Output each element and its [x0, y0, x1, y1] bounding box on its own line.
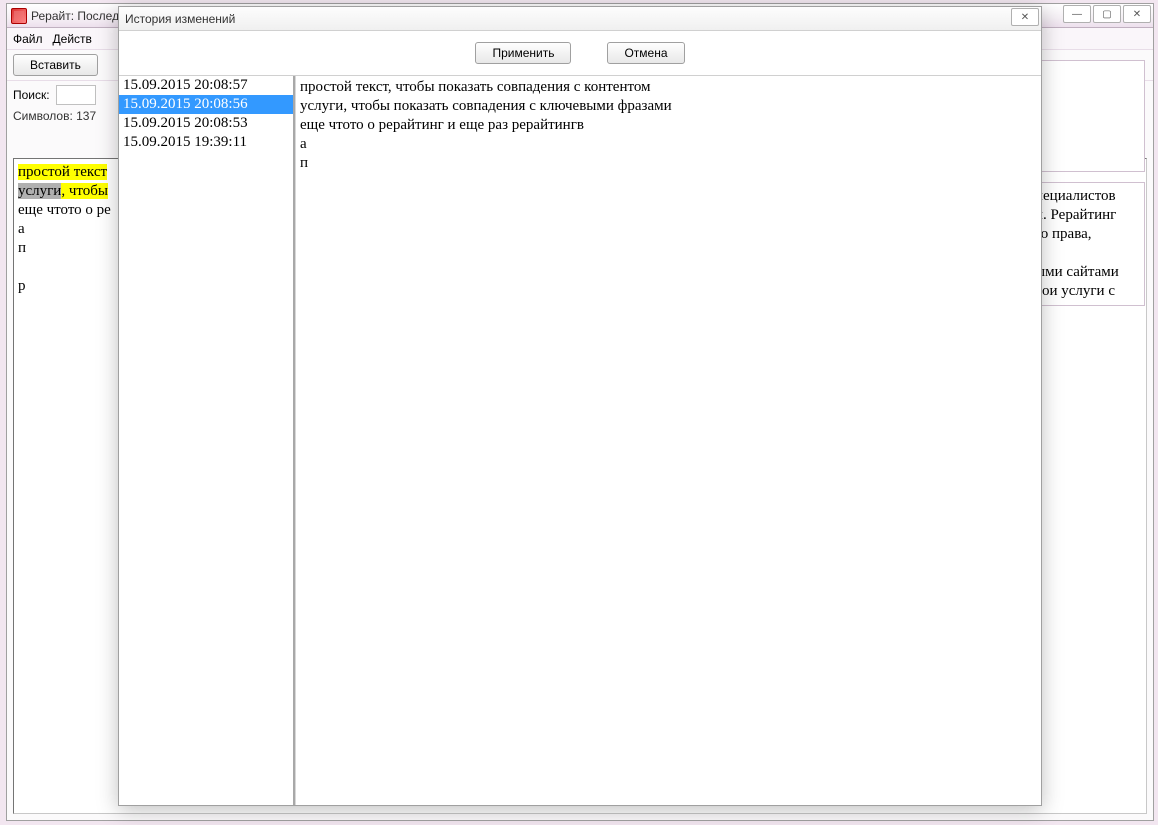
- history-row[interactable]: 15.09.2015 19:39:11: [119, 133, 293, 152]
- minimize-button[interactable]: —: [1063, 5, 1091, 23]
- right-panel-line: и. Рерайтинг: [1035, 206, 1140, 225]
- search-label: Поиск:: [13, 88, 50, 102]
- preview-line: услуги, чтобы показать совпадения с ключ…: [300, 97, 1037, 116]
- main-title: Рерайт: Послед: [31, 9, 119, 23]
- preview-line: еще чтото о рерайтинг и еще раз рерайтин…: [300, 116, 1037, 135]
- preview-line: а: [300, 135, 1037, 154]
- right-panel-line: ыми сайтами: [1035, 263, 1140, 282]
- right-panel-line: вои услуги с: [1035, 282, 1140, 301]
- preview-line: п: [300, 154, 1037, 173]
- preview-line: простой текст, чтобы показать совпадения…: [300, 78, 1037, 97]
- right-panel-line: а: [1035, 244, 1140, 263]
- search-input[interactable]: [56, 85, 96, 105]
- dialog-title: История изменений: [125, 12, 235, 26]
- cancel-button[interactable]: Отмена: [607, 42, 684, 64]
- close-button[interactable]: ✕: [1123, 5, 1151, 23]
- paste-button[interactable]: Вставить: [13, 54, 98, 76]
- right-top-box: [1030, 60, 1145, 172]
- history-row[interactable]: 15.09.2015 20:08:56: [119, 95, 293, 114]
- dialog-titlebar[interactable]: История изменений ✕: [119, 7, 1041, 31]
- dialog-button-row: Применить Отмена: [119, 31, 1041, 75]
- history-row[interactable]: 15.09.2015 20:08:53: [119, 114, 293, 133]
- maximize-button[interactable]: ▢: [1093, 5, 1121, 23]
- right-panel-line: пециалистов: [1035, 187, 1140, 206]
- dialog-close-button[interactable]: ✕: [1011, 8, 1039, 26]
- menu-actions[interactable]: Действ: [53, 32, 92, 46]
- app-icon: [11, 8, 27, 24]
- menu-file[interactable]: Файл: [13, 32, 43, 46]
- right-panel-line: го права,: [1035, 225, 1140, 244]
- history-preview[interactable]: простой текст, чтобы показать совпадения…: [295, 76, 1041, 805]
- right-panel: пециалистови. Рерайтингго права,аыми сай…: [1030, 182, 1145, 306]
- history-dialog: История изменений ✕ Применить Отмена 15.…: [118, 6, 1042, 806]
- apply-button[interactable]: Применить: [475, 42, 571, 64]
- history-row[interactable]: 15.09.2015 20:08:57: [119, 76, 293, 95]
- history-list[interactable]: 15.09.2015 20:08:5715.09.2015 20:08:5615…: [119, 76, 295, 805]
